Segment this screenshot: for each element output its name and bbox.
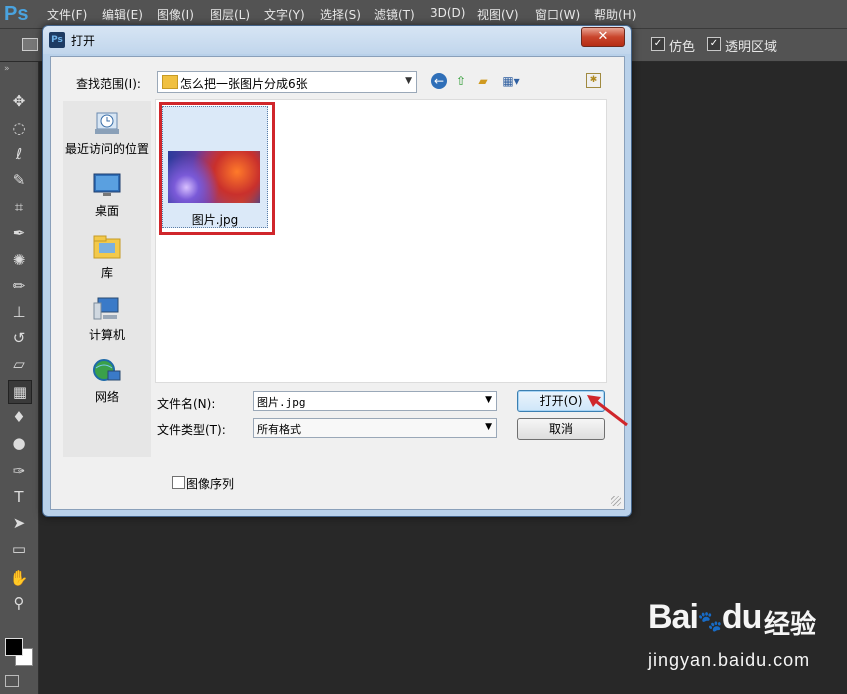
watermark-brand: Bai🐾du	[648, 598, 762, 636]
move-tool-icon[interactable]: ✥	[8, 90, 30, 112]
quick-mask-icon[interactable]	[5, 675, 19, 687]
pen-tool-icon[interactable]: ✑	[8, 460, 30, 482]
foreground-color-swatch[interactable]	[5, 638, 23, 656]
filetype-value: 所有格式	[257, 423, 301, 436]
libraries-icon	[93, 235, 121, 259]
filename-field[interactable]: 图片.jpg ▼	[253, 391, 497, 411]
blur-tool-icon[interactable]: ♦	[8, 406, 30, 428]
close-button[interactable]: ✕	[581, 27, 625, 47]
file-item[interactable]: 图片.jpg	[159, 102, 275, 235]
annotation-arrow-icon	[587, 395, 628, 427]
menu-window[interactable]: 窗口(W)	[535, 6, 580, 23]
resize-grip-icon[interactable]	[611, 496, 621, 506]
stamp-tool-icon[interactable]: ⊥	[8, 301, 30, 323]
open-dialog: Ps 打开 ✕ 查找范围(I): 怎么把一张图片分成6张 ▼ ← ⇧ ▰ ▦▾ …	[42, 25, 632, 517]
hand-tool-icon[interactable]: ✋	[8, 567, 30, 589]
history-brush-tool-icon[interactable]: ↺	[8, 327, 30, 349]
look-in-value: 怎么把一张图片分成6张	[180, 77, 308, 91]
file-list[interactable]: 图片.jpg	[155, 99, 607, 383]
desktop-icon	[93, 173, 121, 196]
look-in-label: 查找范围(I):	[76, 77, 141, 91]
menu-help[interactable]: 帮助(H)	[594, 6, 636, 23]
transparency-checkbox[interactable]: ✓	[707, 37, 721, 51]
filetype-label: 文件类型(T):	[157, 423, 226, 437]
place-computer[interactable]: 计算机	[63, 295, 151, 343]
filename-label: 文件名(N):	[157, 397, 216, 411]
eraser-tool-icon[interactable]: ▱	[8, 353, 30, 375]
menu-view[interactable]: 视图(V)	[477, 6, 519, 23]
folder-icon	[162, 75, 178, 89]
crop-tool-icon[interactable]: ⌗	[8, 196, 30, 218]
image-sequence-label: 图像序列	[186, 477, 235, 491]
type-tool-icon[interactable]: T	[8, 486, 30, 508]
healing-tool-icon[interactable]: ✺	[8, 249, 30, 271]
up-folder-icon[interactable]: ⇧	[453, 73, 469, 89]
menu-image[interactable]: 图像(I)	[157, 6, 194, 23]
dialog-title: 打开	[71, 34, 96, 48]
watermark-cn: 经验	[764, 610, 817, 640]
back-icon[interactable]: ←	[431, 73, 447, 89]
chevron-down-icon: ▼	[485, 422, 492, 432]
look-in-dropdown[interactable]: 怎么把一张图片分成6张 ▼	[157, 71, 417, 93]
brush-tool-icon[interactable]: ✏	[8, 275, 30, 297]
network-globe-icon	[93, 359, 121, 381]
photoshop-logo: Ps	[4, 3, 29, 25]
dodge-tool-icon[interactable]: ●	[8, 432, 30, 454]
chevron-down-icon: ▼	[405, 76, 412, 86]
collapse-icon[interactable]: »	[4, 64, 10, 74]
places-bar: 最近访问的位置 桌面 库 计算机 网络	[63, 101, 151, 457]
place-desktop[interactable]: 桌面	[63, 171, 151, 219]
menu-file[interactable]: 文件(F)	[47, 6, 87, 23]
photoshop-app-icon: Ps	[49, 32, 65, 48]
menu-type[interactable]: 文字(Y)	[264, 6, 305, 23]
favorites-icon[interactable]: ✱	[586, 73, 601, 88]
view-menu-icon[interactable]: ▦▾	[499, 73, 523, 89]
path-select-tool-icon[interactable]: ➤	[8, 512, 30, 534]
menu-3d[interactable]: 3D(D)	[430, 6, 465, 20]
lasso-tool-icon[interactable]: ℓ	[8, 143, 30, 165]
place-network[interactable]: 网络	[63, 357, 151, 405]
filename-value: 图片.jpg	[257, 396, 306, 409]
marquee-tool-icon[interactable]: ◌	[8, 117, 30, 139]
quick-select-tool-icon[interactable]: ✎	[8, 169, 30, 191]
zoom-tool-icon[interactable]: ⚲	[8, 592, 30, 614]
filetype-select[interactable]: 所有格式 ▼	[253, 418, 497, 438]
menu-edit[interactable]: 编辑(E)	[102, 6, 143, 23]
transparency-label: 透明区域	[725, 40, 778, 55]
watermark-url: jingyan.baidu.com	[648, 650, 811, 670]
tool-preset-icon[interactable]	[22, 38, 38, 51]
tools-panel: » ✥ ◌ ℓ ✎ ⌗ ✒ ✺ ✏ ⊥ ↺ ▱ ▦ ♦ ● ✑ T ➤ ▭ ✋ …	[0, 62, 39, 694]
computer-icon	[93, 297, 119, 320]
dither-checkbox[interactable]: ✓	[651, 37, 665, 51]
chevron-down-icon[interactable]: ▼	[485, 395, 492, 405]
menu-select[interactable]: 选择(S)	[320, 6, 361, 23]
dialog-titlebar[interactable]: Ps 打开 ✕	[43, 26, 631, 54]
recent-places-icon	[95, 112, 119, 134]
eyedropper-tool-icon[interactable]: ✒	[8, 222, 30, 244]
menu-filter[interactable]: 滤镜(T)	[374, 6, 415, 23]
dither-label: 仿色	[669, 40, 696, 55]
gradient-tool-icon[interactable]: ▦	[8, 380, 32, 404]
dialog-body: 查找范围(I): 怎么把一张图片分成6张 ▼ ← ⇧ ▰ ▦▾ ✱ 最近访问的位…	[50, 56, 625, 510]
annotation-highlight-box	[159, 102, 275, 235]
new-folder-icon[interactable]: ▰	[475, 73, 491, 89]
menu-layer[interactable]: 图层(L)	[210, 6, 250, 23]
place-recent[interactable]: 最近访问的位置	[63, 109, 151, 157]
shape-tool-icon[interactable]: ▭	[8, 538, 30, 560]
place-libraries[interactable]: 库	[63, 233, 151, 281]
baidu-jingyan-watermark: Bai🐾du 经验 jingyan.baidu.com	[648, 598, 844, 678]
image-sequence-checkbox[interactable]	[172, 476, 185, 489]
